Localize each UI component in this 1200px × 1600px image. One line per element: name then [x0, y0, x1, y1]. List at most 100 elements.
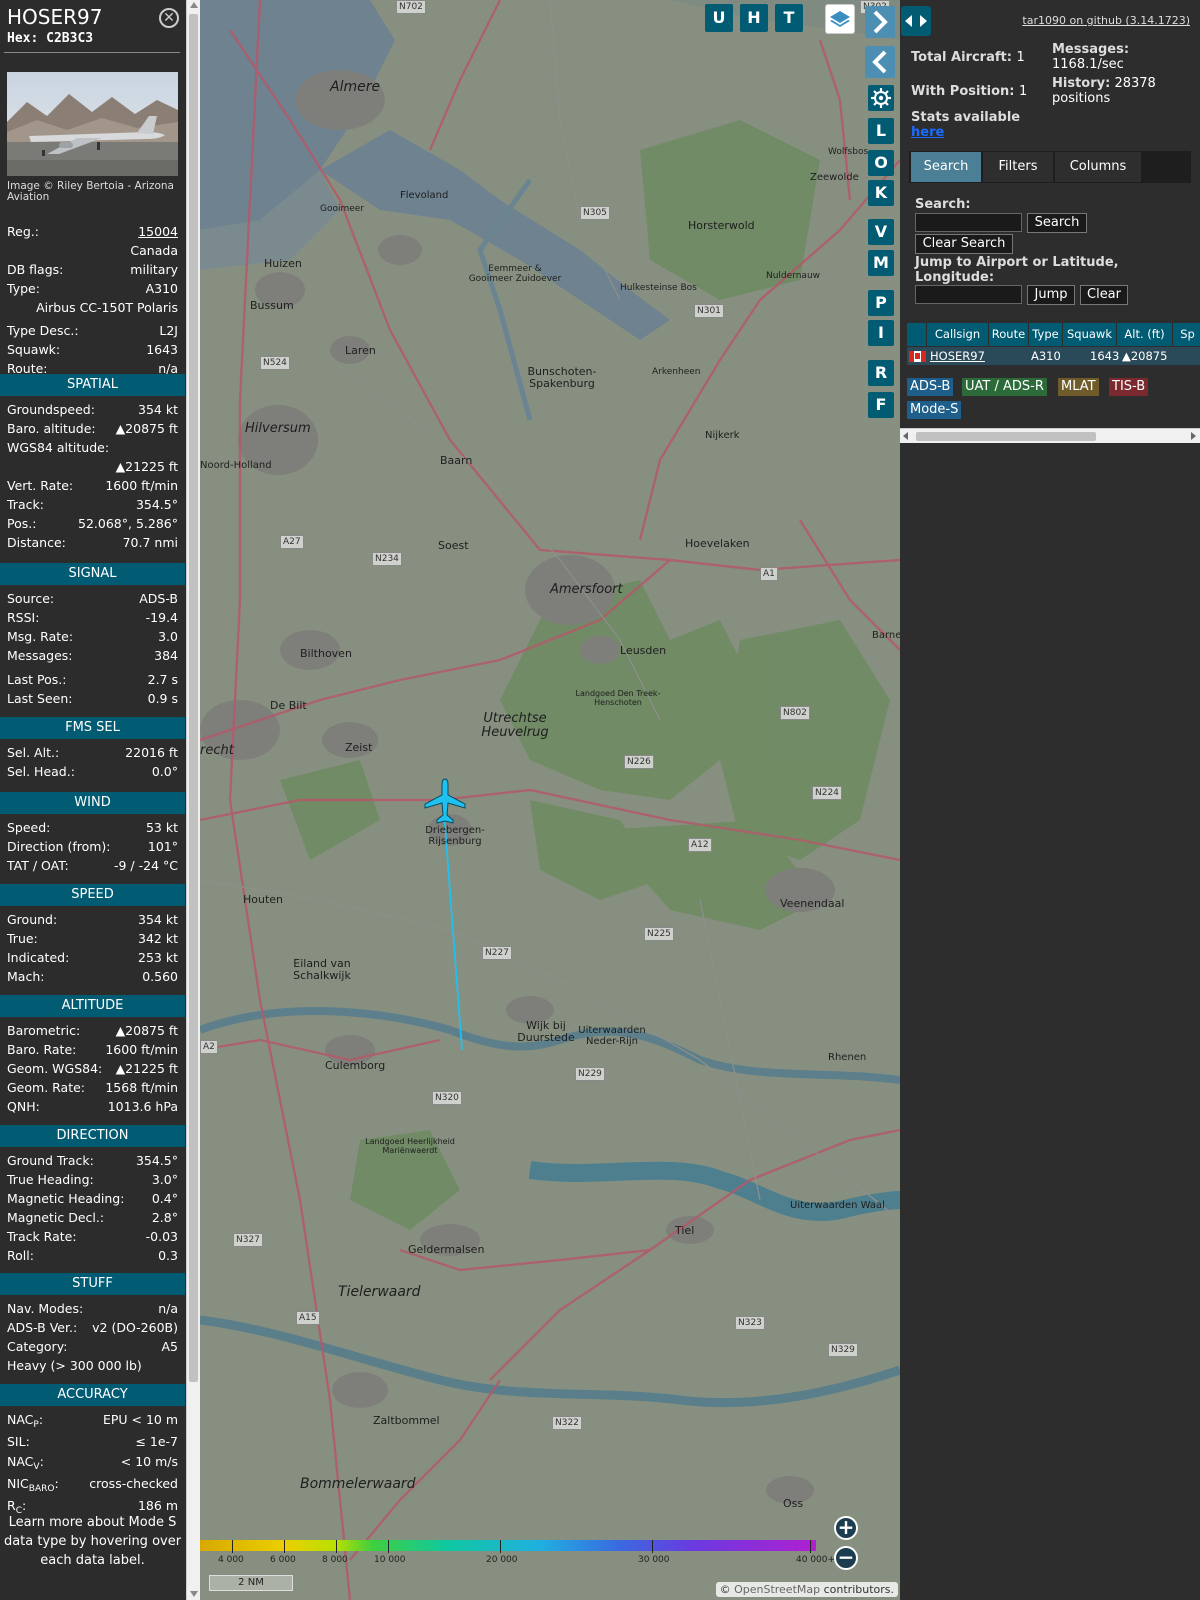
map-label: Zeewolde	[810, 172, 859, 183]
road-label: N323	[735, 1316, 765, 1330]
jump-button[interactable]: Jump	[1027, 285, 1075, 305]
road-label: A2	[200, 1040, 218, 1054]
aircraft-table: Callsign Route Type Squawk Alt. (ft) Sp HOSER9…	[907, 323, 1200, 368]
info-row: SIL: ≤ 1e-7	[7, 1432, 178, 1451]
field-value: EPU < 10 m	[102, 1412, 178, 1427]
clear-button[interactable]: Clear	[1080, 285, 1128, 305]
map-button-M[interactable]: M	[868, 250, 894, 276]
field-value: ≤ 1e-7	[135, 1434, 178, 1449]
info-value[interactable]: 15004	[138, 222, 178, 241]
info-row: Baro. Rate: 1600 ft/min	[7, 1040, 178, 1059]
collapse-left-icon[interactable]	[865, 46, 895, 78]
field-label: Track Rate:	[7, 1229, 77, 1244]
road-label: A1	[760, 567, 778, 581]
map-label: Veenendaal	[780, 897, 845, 910]
map-button-P[interactable]: P	[868, 290, 894, 316]
field-label: Geom. WGS84:	[7, 1061, 103, 1076]
info-key: Squawk:	[7, 342, 61, 357]
layers-icon[interactable]	[825, 4, 855, 34]
map-button-V[interactable]: V	[868, 219, 894, 245]
expand-right-icon[interactable]	[865, 6, 895, 38]
row-callsign[interactable]: HOSER97	[930, 347, 985, 365]
column-header[interactable]: Squawk	[1063, 323, 1116, 346]
field-label: Nav. Modes:	[7, 1301, 84, 1316]
map-button-L[interactable]: L	[868, 118, 894, 144]
field-label: Category:	[7, 1339, 68, 1354]
left-panel-scrollbar[interactable]	[186, 0, 200, 1600]
zoom-out-button[interactable]: −	[834, 1546, 858, 1570]
version-link[interactable]: tar1090 on github (3.14.1723)	[1022, 14, 1190, 27]
map-label: Uiterwaarden Waal	[790, 1200, 885, 1211]
column-header[interactable]: Callsign	[927, 323, 988, 346]
close-icon[interactable]: ✕	[159, 8, 179, 28]
map-label: Barneve	[872, 630, 900, 641]
jump-label: Jump to Airport or Latitude, Longitude:	[915, 255, 1119, 285]
info-row: ▲21225 ft	[7, 457, 178, 476]
field-label: Baro. Rate:	[7, 1042, 77, 1057]
info-value: military	[130, 262, 178, 277]
field-value: 22016 ft	[125, 745, 178, 760]
field-label: WGS84 altitude:	[7, 440, 110, 455]
column-header[interactable]: Alt. (ft)	[1117, 323, 1172, 346]
aircraft-marker-icon[interactable]	[423, 777, 467, 825]
aircraft-photo[interactable]	[7, 72, 178, 176]
field-value: 0.560	[142, 969, 178, 984]
photo-credit: Image © Riley Bertoia - Arizona Aviation	[7, 180, 174, 203]
info-row: Canada	[7, 241, 178, 260]
settings-gear-icon[interactable]	[868, 85, 894, 111]
field-value: -9 / -24 °C	[114, 858, 178, 873]
tab-columns[interactable]: Columns	[1055, 152, 1141, 182]
stats-label: Stats available	[911, 110, 1021, 125]
field-label: Messages:	[7, 648, 73, 663]
column-header[interactable]: Sp	[1173, 323, 1200, 346]
map-label: Arkenheen	[652, 367, 701, 377]
clear-search-button[interactable]: Clear Search	[915, 234, 1013, 254]
toggle-layout-button[interactable]	[901, 6, 931, 36]
map-label: Culemborg	[325, 1059, 386, 1072]
tab-filters[interactable]: Filters	[983, 152, 1053, 182]
field-label: Pos.:	[7, 516, 37, 531]
field-label: Groundspeed:	[7, 402, 95, 417]
osm-link[interactable]: OpenStreetMap	[734, 1583, 820, 1596]
table-row[interactable]: HOSER97 A310 1643 ▲20875	[907, 347, 1200, 365]
map-label: Gooimeer	[320, 204, 365, 214]
map-button-H[interactable]: H	[740, 4, 768, 32]
info-row: Nav. Modes: n/a	[7, 1299, 178, 1318]
legend-item: TIS-B	[1109, 378, 1149, 396]
map-button-I[interactable]: I	[868, 320, 894, 346]
map-label: Rhenen	[828, 1052, 867, 1063]
column-header[interactable]: Route	[989, 323, 1028, 346]
map-button-U[interactable]: U	[705, 4, 733, 32]
road-label: A27	[280, 535, 304, 549]
map-button-R[interactable]: R	[868, 360, 894, 386]
column-header[interactable]	[907, 323, 926, 346]
search-input[interactable]	[915, 213, 1022, 232]
field-value: 384	[154, 648, 178, 663]
map-button-T[interactable]: T	[775, 4, 803, 32]
field-value: 2.8°	[151, 1210, 178, 1225]
jump-input[interactable]	[915, 285, 1022, 304]
map-label: Hoevelaken	[685, 537, 750, 550]
map-label: Eiland van Schalkwijk	[293, 957, 351, 983]
map-view[interactable]: Almere Huizen Bussum Laren Eemmeer & Gooimee…	[200, 0, 900, 1600]
field-value: 3.0°	[151, 1172, 178, 1187]
zoom-in-button[interactable]: +	[834, 1516, 858, 1540]
field-value: 1013.6 hPa	[107, 1099, 178, 1114]
field-value: ▲21225 ft	[115, 459, 178, 474]
field-value: 1600 ft/min	[105, 1042, 178, 1057]
tab-search[interactable]: Search	[911, 152, 981, 182]
column-header[interactable]: Type	[1029, 323, 1062, 346]
map-button-O[interactable]: O	[868, 150, 894, 176]
map-label: Bilthoven	[300, 647, 352, 660]
table-horizontal-scrollbar[interactable]	[900, 428, 1200, 443]
map-button-F[interactable]: F	[868, 392, 894, 418]
field-label: Msg. Rate:	[7, 629, 74, 644]
stats-link[interactable]: here	[911, 125, 1020, 140]
search-button[interactable]: Search	[1027, 213, 1087, 233]
map-button-K[interactable]: K	[868, 180, 894, 206]
info-row: Geom. Rate: 1568 ft/min	[7, 1078, 178, 1097]
info-row: DB flags: military	[7, 260, 178, 279]
tab-bar: Search Filters Columns	[909, 151, 1191, 183]
field-value: 0.9 s	[147, 691, 178, 706]
total-aircraft-label: Total Aircraft:	[911, 50, 1012, 65]
